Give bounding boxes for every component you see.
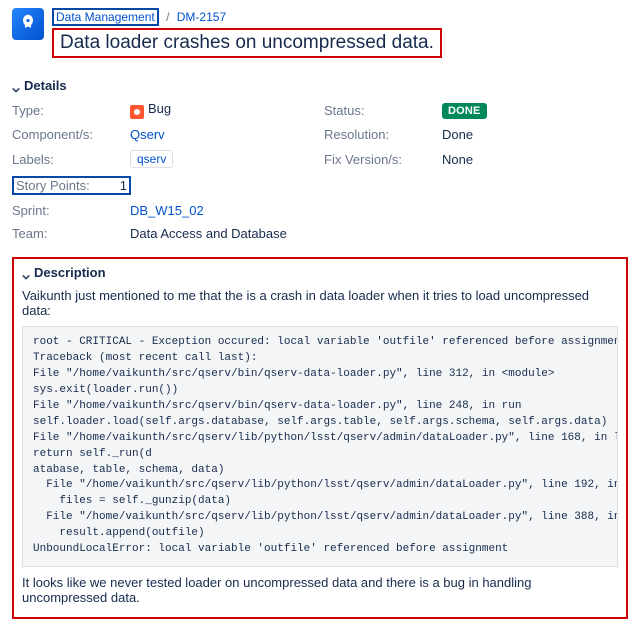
issue-title[interactable]: Data loader crashes on uncompressed data… bbox=[52, 28, 442, 58]
description-intro: Vaikunth just mentioned to me that the i… bbox=[22, 288, 618, 318]
sprint-link[interactable]: DB_W15_02 bbox=[130, 203, 204, 218]
status-lozenge[interactable]: DONE bbox=[442, 103, 487, 119]
labels-value: qserv bbox=[130, 150, 316, 168]
fixversion-value: None bbox=[442, 152, 628, 167]
project-avatar bbox=[12, 8, 44, 40]
breadcrumb-issue-link[interactable]: DM-2157 bbox=[177, 10, 226, 24]
chevron-down-icon bbox=[22, 269, 30, 277]
description-body[interactable]: Vaikunth just mentioned to me that the i… bbox=[22, 288, 618, 605]
issue-header: Data Management / DM-2157 Data loader cr… bbox=[12, 8, 628, 58]
components-link[interactable]: Qserv bbox=[130, 127, 165, 142]
storypoints-row: Story Points: 1 bbox=[12, 176, 316, 195]
storypoints-label: Story Points: bbox=[16, 178, 90, 193]
storypoints-value: 1 bbox=[120, 178, 127, 193]
labels-label: Labels: bbox=[12, 152, 122, 167]
details-grid: Type: Bug Status: DONE Component/s: Qser… bbox=[12, 101, 628, 241]
type-label: Type: bbox=[12, 103, 122, 118]
description-section-header[interactable]: Description bbox=[22, 265, 618, 280]
type-value: Bug bbox=[130, 101, 316, 119]
components-label: Component/s: bbox=[12, 127, 122, 142]
details-section: Details Type: Bug Status: DONE Component… bbox=[12, 78, 628, 241]
breadcrumb-separator: / bbox=[166, 10, 169, 24]
team-label: Team: bbox=[12, 226, 122, 241]
sprint-label: Sprint: bbox=[12, 203, 122, 218]
resolution-value: Done bbox=[442, 127, 628, 142]
label-link[interactable]: qserv bbox=[137, 152, 166, 166]
rocket-icon bbox=[18, 13, 38, 36]
components-value: Qserv bbox=[130, 127, 316, 142]
type-text: Bug bbox=[148, 101, 171, 116]
resolution-label: Resolution: bbox=[324, 127, 434, 142]
header-text: Data Management / DM-2157 Data loader cr… bbox=[52, 8, 628, 58]
status-value: DONE bbox=[442, 102, 628, 119]
chevron-down-icon bbox=[12, 82, 20, 90]
fixversion-label: Fix Version/s: bbox=[324, 152, 434, 167]
sprint-value: DB_W15_02 bbox=[130, 203, 628, 218]
breadcrumb-project-link[interactable]: Data Management bbox=[56, 10, 155, 24]
description-section: Description Vaikunth just mentioned to m… bbox=[12, 257, 628, 619]
breadcrumb: Data Management / DM-2157 bbox=[52, 8, 628, 26]
label-tag[interactable]: qserv bbox=[130, 150, 173, 168]
bug-icon bbox=[130, 105, 144, 119]
description-heading: Description bbox=[34, 265, 106, 280]
details-section-header[interactable]: Details bbox=[12, 78, 628, 93]
team-value: Data Access and Database bbox=[130, 226, 628, 241]
details-heading: Details bbox=[24, 78, 67, 93]
status-label: Status: bbox=[324, 103, 434, 118]
description-outro: It looks like we never tested loader on … bbox=[22, 575, 618, 605]
stack-trace: root - CRITICAL - Exception occured: loc… bbox=[22, 326, 618, 567]
